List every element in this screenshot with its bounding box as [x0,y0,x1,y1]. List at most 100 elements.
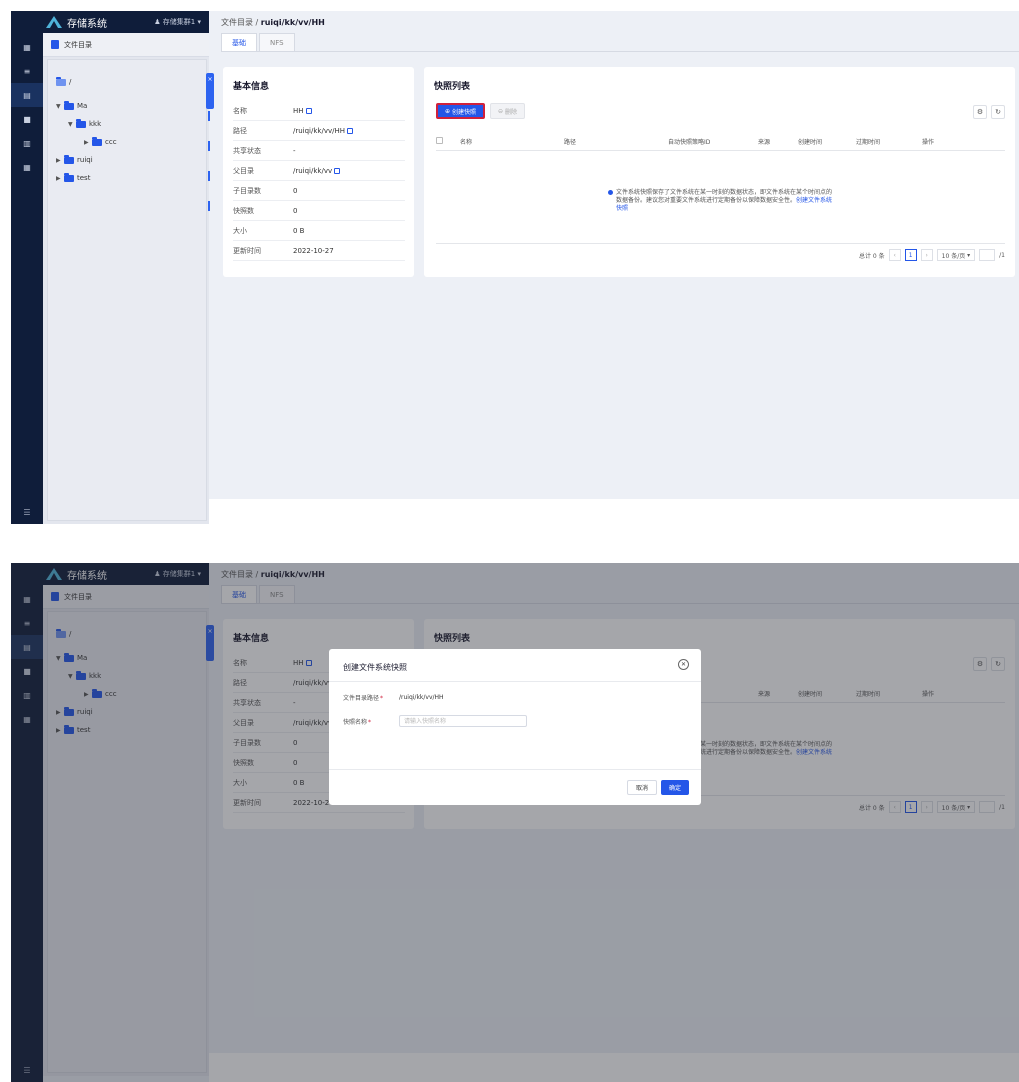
empty-state-note: 文件系统快照保存了文件系统在某一时刻的数据状态，即文件系统在某个时间点的数据备份… [608,189,836,213]
info-row-parent: 父目录/ruiqi/kk/vv [233,161,405,181]
tree-node-test[interactable]: ▶ test [56,172,91,182]
file-system-icon[interactable]: ▤ [11,83,43,107]
info-row-size: 大小 0 B [233,221,405,241]
caret-down-icon[interactable]: ▼ [56,103,64,110]
tree-node-ma[interactable]: ▼ Ma [56,100,88,110]
create-snapshot-dialog: 创建文件系统快照 ✕ 文件目录路径* /ruiqi/kk/vv/HH 快照名称*… [329,649,701,805]
snapshot-name-label-text: 快照名称 [343,718,368,726]
table-divider [436,243,1005,244]
cancel-button[interactable]: 取消 [626,780,657,795]
tree-node-label: test [77,174,91,182]
create-snapshot-label: 创建快照 [451,108,476,116]
column-path: 路径 [564,139,577,146]
cluster-selector-label: 存储集群1 [162,18,196,26]
tree-node-label: Ma [77,102,88,110]
dialog-dir-row: 文件目录路径* /ruiqi/kk/vv/HH [343,693,444,702]
caret-right-icon[interactable]: ▶ [56,175,64,182]
info-row-path: 路径/ruiqi/kk/vv/HH [233,121,405,141]
menu-icon[interactable]: ☰ [11,504,43,520]
caret-right-icon[interactable]: ▶ [56,157,64,164]
caret-down-icon[interactable]: ▼ [68,121,76,128]
folder-icon [76,118,86,128]
tab-bar: 基础 NFS [221,33,297,53]
info-key: 子目录数 [233,186,261,195]
info-value: /ruiqi/kk/vv/HH [293,126,346,135]
folder-icon [64,100,74,110]
delete-snapshot-label: 删除 [504,108,517,116]
page-jump-input[interactable] [979,249,996,261]
refresh-icon[interactable]: ↻ [991,105,1005,119]
footer-bar [209,499,1019,524]
select-all-checkbox[interactable] [436,137,443,144]
modal-overlay[interactable] [11,563,1019,1082]
main-content: 文件目录 / ruiqi/kk/vv/HH 基础 NFS 基本信息 名称 HH 路… [209,11,1019,524]
info-row-share: 共享状态 - [233,141,405,161]
tab-basic[interactable]: 基础 [221,33,257,51]
settings-icon[interactable]: ⚙ [973,105,987,119]
pool-icon[interactable]: ▥ [11,131,43,155]
delete-snapshot-button[interactable]: ⊖ 删除 [490,103,525,119]
screenshot-bottom: ▦ ≡ ▤ ■ ▥ ▦ ☰ 存储系统 ♟ 存储集群1 ▾ 文件目录 / ▼ Ma … [11,563,1019,1082]
caret-right-icon[interactable]: ▶ [84,139,92,146]
document-icon [51,40,59,49]
info-key: 大小 [233,226,247,235]
info-key: 名称 [233,106,247,115]
copy-icon[interactable] [334,167,341,174]
info-row-snapshots: 快照数 0 [233,201,405,221]
config-icon[interactable]: ▦ [11,155,43,179]
top-bar: 存储系统 ♟ 存储集群1 ▾ [43,11,209,33]
folder-icon [56,76,66,86]
info-key: 共享状态 [233,146,261,155]
close-icon[interactable]: ✕ [678,659,689,670]
tree-node-label: kkk [89,120,102,128]
left-icon-rail: ▦ ≡ ▤ ■ ▥ ▦ ☰ [11,11,43,524]
tree-node-ccc[interactable]: ▶ ccc [84,136,117,146]
tree-node-label: ccc [105,138,117,146]
info-value: HH [293,106,304,115]
info-icon [608,190,613,195]
copy-icon[interactable] [347,127,354,134]
app-title: 存储系统 [67,18,107,30]
folder-icon [92,136,102,146]
column-expires: 过期时间 [856,139,881,146]
info-value: /ruiqi/kk/vv [293,166,333,175]
snapshot-name-input[interactable] [399,715,527,727]
volume-icon[interactable]: ■ [11,107,43,131]
info-value: - [293,146,296,155]
tree-node-kkk[interactable]: ▼ kkk [68,118,102,128]
page-size-select[interactable]: 10 条/页 ▾ [936,249,976,261]
dialog-name-row: 快照名称* [343,715,527,727]
dialog-title: 创建文件系统快照 [343,663,407,672]
page-count: /1 [999,251,1005,259]
breadcrumb: 文件目录 / ruiqi/kk/vv/HH [221,17,325,28]
tree-node-label: / [69,78,72,86]
tree-header: 文件目录 [43,33,209,57]
folder-icon [64,172,74,182]
storage-icon[interactable]: ≡ [11,59,43,83]
dashboard-icon[interactable]: ▦ [11,35,43,59]
column-created: 创建时间 [798,139,823,146]
tree-node-root[interactable]: / [56,76,72,86]
breadcrumb-prefix[interactable]: 文件目录 / [221,18,261,27]
cluster-selector[interactable]: ♟ 存储集群1 ▾ [154,17,201,27]
prev-page-button[interactable]: ‹ [888,249,901,261]
tree-body: / ▼ Ma ▼ kkk ▶ ccc ▶ ruiqi ▶ test [47,59,207,521]
dir-path-value: /ruiqi/kk/vv/HH [399,694,444,701]
info-key: 父目录 [233,166,254,175]
logo-icon [46,16,62,28]
basic-info-title: 基本信息 [233,82,270,92]
info-key: 更新时间 [233,246,261,255]
confirm-button[interactable]: 确定 [660,780,689,795]
page-number[interactable]: 1 [904,249,917,261]
pagination: 总计 0 条 ‹ 1 › 10 条/页 ▾ /1 [859,249,1005,261]
table-header: 名称 路径 自动快照策略ID 来源 创建时间 过期时间 操作 [436,131,1005,151]
column-name: 名称 [460,139,473,146]
next-page-button[interactable]: › [920,249,933,261]
copy-icon[interactable] [305,107,312,114]
tree-node-label: ruiqi [77,156,93,164]
page-size-label: 10 条/页 [941,252,966,260]
tree-node-ruiqi[interactable]: ▶ ruiqi [56,154,93,164]
create-snapshot-button[interactable]: ⊕ 创建快照 [436,103,485,119]
snapshot-name-label: 快照名称* [343,718,372,726]
tab-nfs[interactable]: NFS [259,33,295,51]
